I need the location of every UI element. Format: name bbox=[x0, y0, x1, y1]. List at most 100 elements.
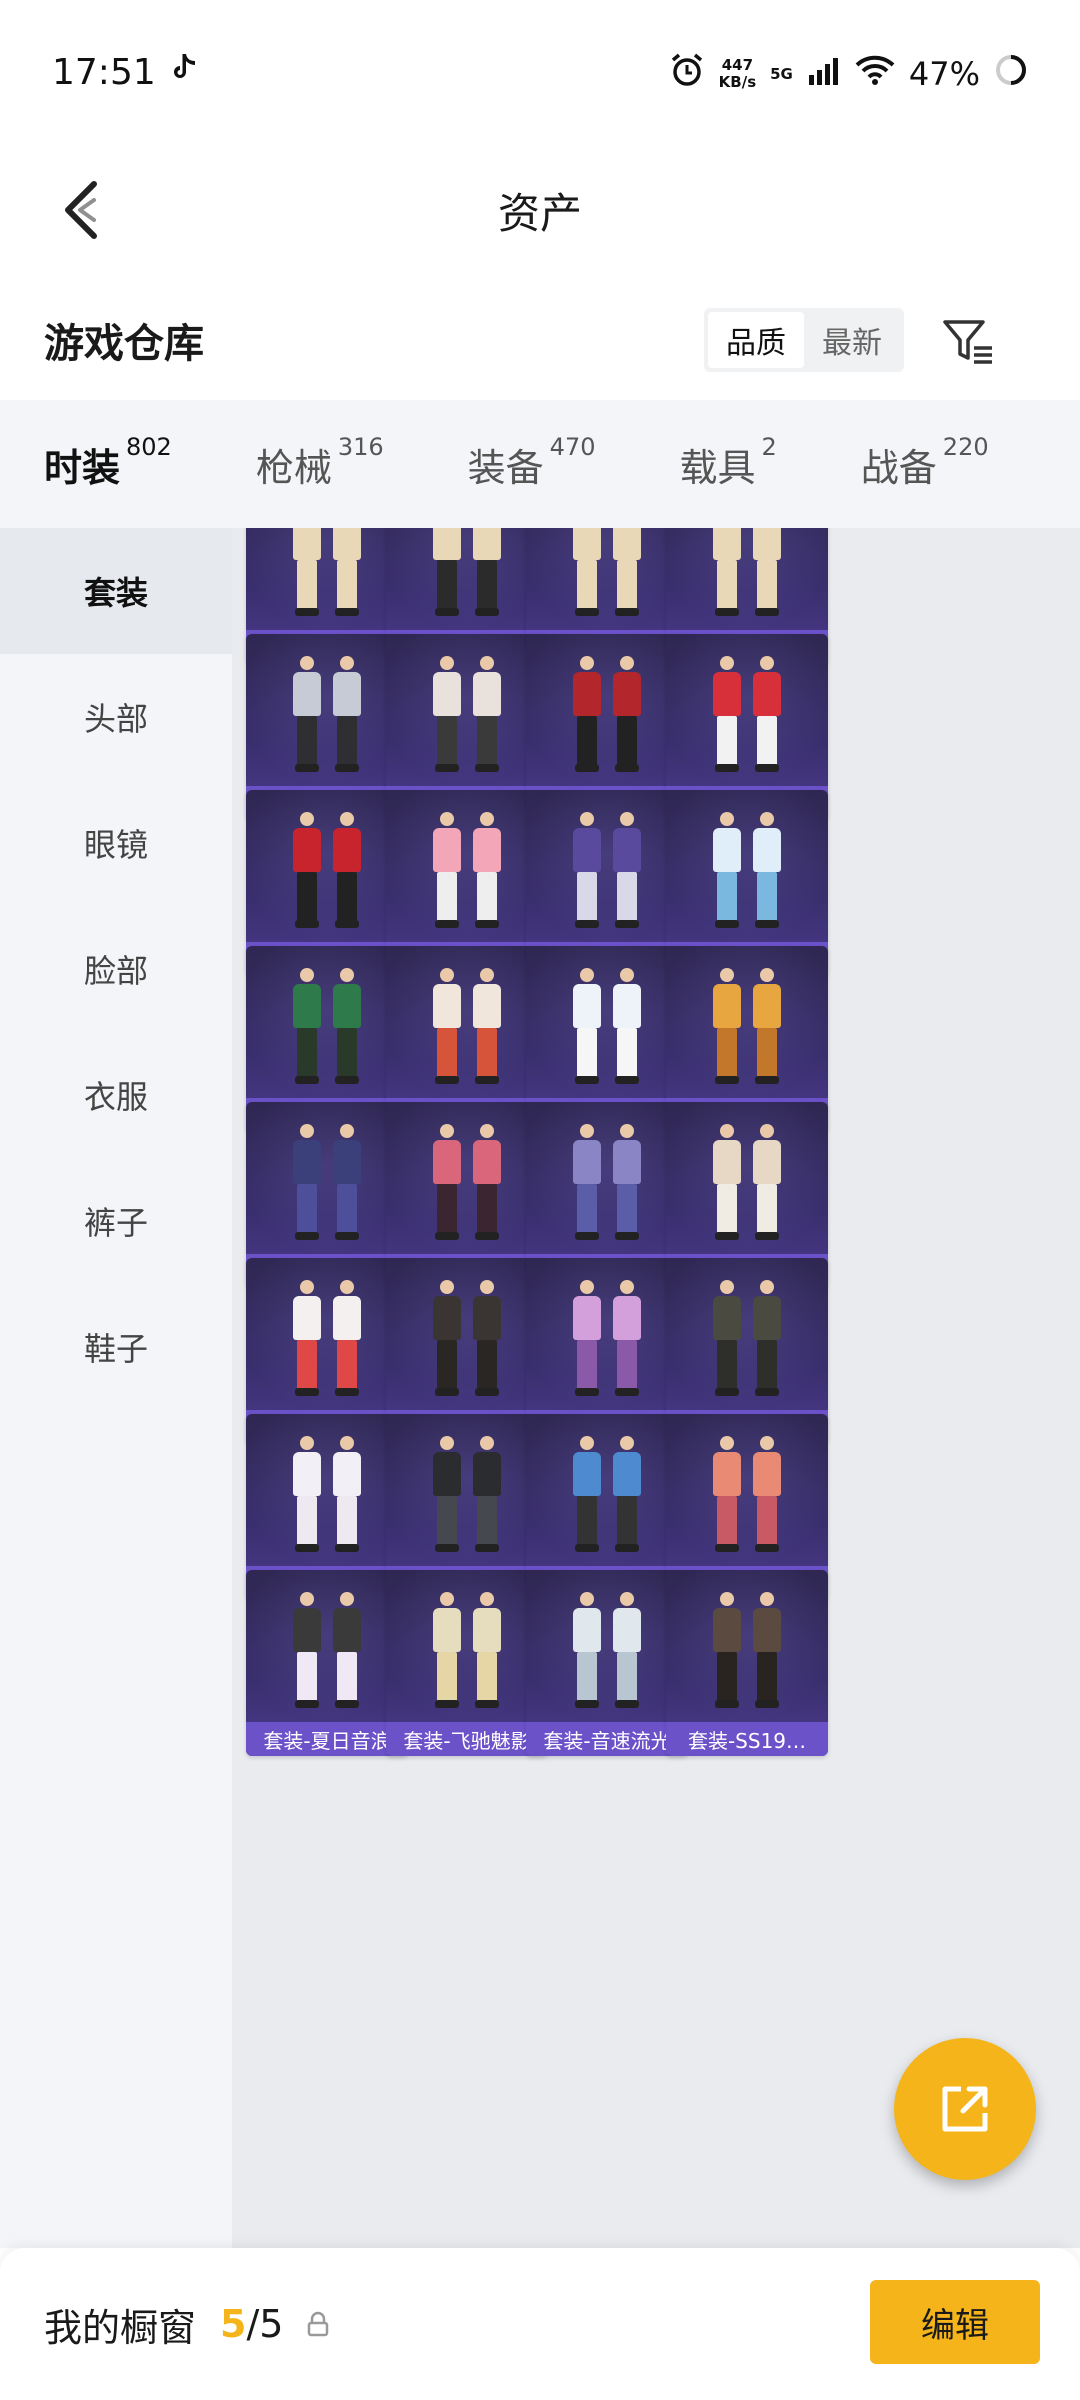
figure-shoes bbox=[615, 1388, 639, 1396]
figure-legs bbox=[477, 716, 497, 766]
figure-shoes bbox=[295, 1076, 319, 1084]
share-button[interactable] bbox=[894, 2038, 1036, 2180]
tab-count: 470 bbox=[549, 432, 596, 461]
figure-head bbox=[340, 1280, 354, 1294]
figure-torso bbox=[573, 1140, 601, 1184]
figure-shoes bbox=[475, 1700, 499, 1708]
item-card[interactable]: 套装-SS19… bbox=[666, 1570, 828, 1756]
figure-head bbox=[580, 968, 594, 982]
tab-fashion[interactable]: 时装 802 bbox=[44, 433, 172, 541]
outfit-figure bbox=[749, 1124, 785, 1242]
figure-torso bbox=[713, 528, 741, 560]
figure-legs bbox=[617, 1496, 637, 1546]
sidebar-item-shoes[interactable]: 鞋子 bbox=[0, 1284, 232, 1410]
sort-toggle: 品质 最新 bbox=[704, 308, 904, 372]
figure-torso bbox=[613, 828, 641, 872]
figure-torso bbox=[473, 672, 501, 716]
figure-legs bbox=[437, 560, 457, 610]
item-grid: 角色-赵灵儿角色-林月如角色-阿奴角色-酒剑仙套装-麻辣教官套装-军械专家套装-… bbox=[232, 528, 1080, 2248]
outfit-preview-image bbox=[526, 800, 688, 942]
figure-legs bbox=[577, 1340, 597, 1390]
sidebar-item-clothes[interactable]: 衣服 bbox=[0, 1032, 232, 1158]
figure-legs bbox=[437, 1340, 457, 1390]
outfit-figure bbox=[709, 528, 745, 618]
outfit-figure bbox=[289, 968, 325, 1086]
figure-legs bbox=[617, 872, 637, 922]
figure-legs bbox=[477, 1496, 497, 1546]
figure-torso bbox=[713, 1140, 741, 1184]
item-card[interactable]: 套装-夏日音浪 bbox=[246, 1570, 408, 1756]
figure-head bbox=[440, 812, 454, 826]
tab-firearms[interactable]: 枪械 316 bbox=[255, 433, 384, 492]
tab-equipment[interactable]: 装备 470 bbox=[468, 433, 596, 492]
sidebar-item-face[interactable]: 脸部 bbox=[0, 906, 232, 1032]
figure-head bbox=[300, 968, 314, 982]
figure-shoes bbox=[575, 920, 599, 928]
outfit-figure bbox=[429, 1280, 465, 1398]
filter-button[interactable] bbox=[936, 310, 1000, 374]
figure-legs bbox=[757, 1652, 777, 1702]
outfit-figure bbox=[709, 1280, 745, 1398]
figure-legs bbox=[617, 1652, 637, 1702]
figure-head bbox=[440, 656, 454, 670]
outfit-preview-image bbox=[666, 528, 828, 630]
figure-torso bbox=[433, 1452, 461, 1496]
figure-torso bbox=[433, 1608, 461, 1652]
outfit-figure bbox=[609, 528, 645, 618]
figure-torso bbox=[473, 1296, 501, 1340]
sidebar-item-glasses[interactable]: 眼镜 bbox=[0, 780, 232, 906]
outfit-figure bbox=[469, 812, 505, 930]
outfit-figure bbox=[289, 1124, 325, 1242]
figure-head bbox=[620, 812, 634, 826]
tab-label: 枪械 bbox=[255, 445, 332, 490]
figure-torso bbox=[613, 1296, 641, 1340]
tab-vehicles[interactable]: 载具 2 bbox=[679, 433, 776, 492]
back-button[interactable] bbox=[30, 160, 130, 260]
outfit-figure bbox=[749, 1592, 785, 1710]
figure-torso bbox=[613, 1140, 641, 1184]
figure-shoes bbox=[615, 764, 639, 772]
figure-legs bbox=[717, 716, 737, 766]
figure-legs bbox=[757, 1496, 777, 1546]
item-card[interactable]: 套装-音速流光 bbox=[526, 1570, 688, 1756]
outfit-figure bbox=[609, 812, 645, 930]
sidebar-item-pants[interactable]: 裤子 bbox=[0, 1158, 232, 1284]
figure-shoes bbox=[435, 1544, 459, 1552]
figure-legs bbox=[337, 1028, 357, 1078]
figure-legs bbox=[717, 1652, 737, 1702]
figure-head bbox=[480, 1124, 494, 1138]
outfit-figure bbox=[429, 528, 465, 618]
sidebar-item-suits[interactable]: 套装 bbox=[0, 528, 232, 654]
battery-icon bbox=[994, 53, 1028, 95]
outfit-preview-image bbox=[666, 1268, 828, 1410]
edit-button[interactable]: 编辑 bbox=[870, 2280, 1040, 2364]
sort-newest-button[interactable]: 最新 bbox=[804, 312, 900, 368]
sidebar-item-head[interactable]: 头部 bbox=[0, 654, 232, 780]
item-card-label: 套装-飞驰魅影 bbox=[386, 1722, 548, 1756]
figure-head bbox=[480, 968, 494, 982]
figure-shoes bbox=[615, 608, 639, 616]
figure-legs bbox=[757, 1184, 777, 1234]
showcase-separator: / bbox=[246, 2302, 260, 2346]
page-title: 资产 bbox=[497, 188, 582, 238]
outfit-figure bbox=[749, 1436, 785, 1554]
figure-shoes bbox=[435, 764, 459, 772]
figure-shoes bbox=[575, 1388, 599, 1396]
battery-percent: 47% bbox=[908, 55, 980, 93]
tab-count: 802 bbox=[126, 432, 172, 461]
figure-torso bbox=[333, 1140, 361, 1184]
figure-head bbox=[720, 812, 734, 826]
outfit-figure bbox=[749, 1280, 785, 1398]
figure-torso bbox=[753, 672, 781, 716]
figure-torso bbox=[293, 1296, 321, 1340]
outfit-figure bbox=[569, 1280, 605, 1398]
figure-torso bbox=[573, 1452, 601, 1496]
sort-quality-button[interactable]: 品质 bbox=[708, 312, 804, 368]
figure-legs bbox=[757, 1028, 777, 1078]
item-card[interactable]: 套装-飞驰魅影 bbox=[386, 1570, 548, 1756]
wifi-icon bbox=[855, 55, 895, 93]
outfit-figure bbox=[469, 1436, 505, 1554]
tab-supplies[interactable]: 战备 220 bbox=[861, 433, 989, 492]
figure-shoes bbox=[575, 1076, 599, 1084]
figure-legs bbox=[617, 1340, 637, 1390]
